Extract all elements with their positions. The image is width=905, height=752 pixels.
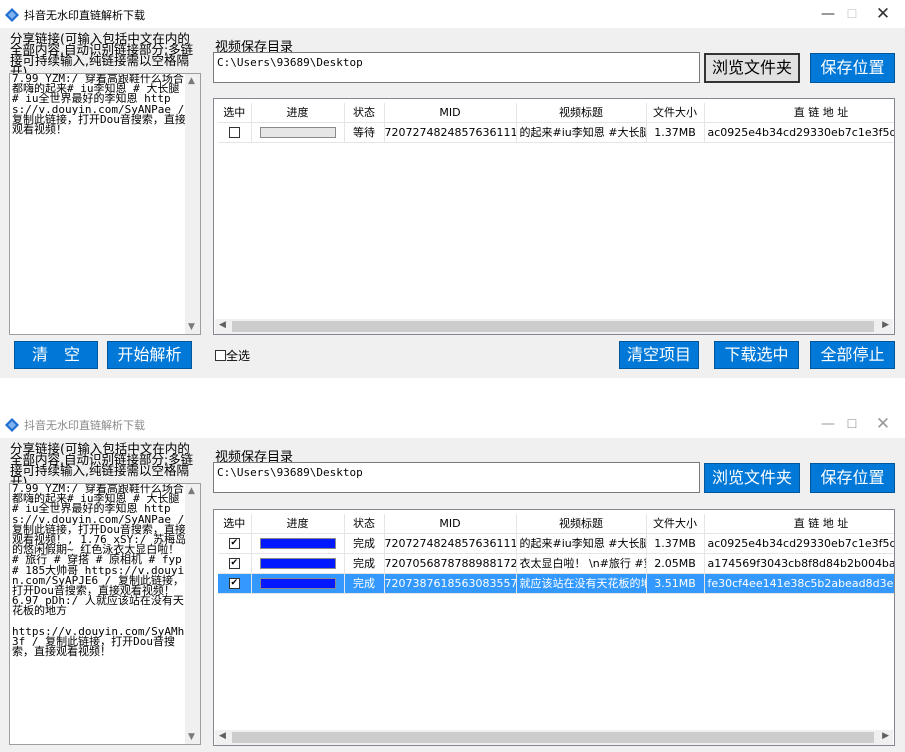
row-mid: 7207056878788988172	[384, 553, 517, 574]
col-header-size[interactable]: 文件大小	[646, 103, 705, 123]
scroll-up-icon[interactable]: ▲	[188, 76, 195, 86]
app-window-1: 抖音无水印直链解析下载 — ☐ ✕ 分享链接(可输入包括中文在内的全部内容,自动…	[0, 0, 905, 378]
row-size: 1.37MB	[646, 533, 705, 554]
scroll-right-icon[interactable]: ▶	[882, 731, 889, 741]
row-status: 完成	[344, 553, 385, 574]
progress-bar	[259, 127, 336, 138]
share-link-label: 分享链接(可输入包括中文在内的全部内容,自动识别链接部分;多链接可持续输入,纯链…	[10, 441, 194, 489]
row-url: a174569f3043cb8f8d84b2b004ba3a8	[704, 553, 894, 574]
col-header-mid[interactable]: MID	[384, 103, 517, 123]
col-header-progress[interactable]: 进度	[251, 514, 345, 534]
title-bar: 抖音无水印直链解析下载 — ☐ ✕	[0, 410, 905, 438]
row-mid: 7207274824857636111	[384, 122, 517, 143]
clear-items-button[interactable]: 清空项目	[619, 341, 699, 369]
window-title: 抖音无水印直链解析下载	[24, 9, 145, 22]
select-all-checkbox[interactable]: 全选	[215, 347, 250, 364]
scroll-right-icon[interactable]: ▶	[882, 320, 889, 330]
video-list-table: 选中 进度 状态 MID 视频标题 文件大小 直 链 地 址 等待 720727…	[213, 98, 895, 335]
col-header-title[interactable]: 视频标题	[516, 514, 647, 534]
table-row-selected[interactable]: ✔ 完成 7207387618563083557 就应该站在没有天花板的地 3.…	[218, 573, 894, 594]
row-size: 1.37MB	[646, 122, 705, 143]
row-size: 3.51MB	[646, 573, 705, 594]
row-url: ac0925e4b34cd29330eb7c1e3f5d0c8	[704, 122, 894, 143]
col-header-mid[interactable]: MID	[384, 514, 517, 534]
row-status: 完成	[344, 533, 385, 554]
share-link-label: 分享链接(可输入包括中文在内的全部内容,自动识别链接部分;多链接可持续输入,纯链…	[10, 31, 194, 79]
scroll-left-icon[interactable]: ◀	[219, 320, 226, 330]
scroll-down-icon[interactable]: ▼	[188, 322, 195, 332]
scroll-left-icon[interactable]: ◀	[219, 731, 226, 741]
row-title: 的起来#iu李知恩 #大长腿	[516, 533, 647, 554]
window-title: 抖音无水印直链解析下载	[24, 419, 145, 432]
select-all-label: 全选	[226, 349, 251, 363]
col-header-url[interactable]: 直 链 地 址	[704, 103, 894, 123]
row-title: 衣太显白啦！ \n#旅行 #穿	[516, 553, 647, 574]
row-checkbox[interactable]: ✔	[228, 578, 240, 589]
row-status: 完成	[344, 573, 385, 594]
save-dir-input[interactable]: C:\Users\93689\Desktop	[213, 462, 700, 493]
table-row[interactable]: 等待 7207274824857636111 的起来#iu李知恩 #大长腿 1.…	[218, 122, 894, 143]
app-window-2: 抖音无水印直链解析下载 — ☐ ✕ 分享链接(可输入包括中文在内的全部内容,自动…	[0, 410, 905, 752]
app-diamond-icon	[5, 418, 19, 432]
col-header-status[interactable]: 状态	[344, 514, 385, 534]
stop-all-button[interactable]: 全部停止	[810, 341, 895, 369]
minimize-button[interactable]: —	[818, 4, 838, 24]
progress-bar	[259, 578, 336, 589]
browse-folder-button[interactable]: 浏览文件夹	[704, 53, 800, 83]
row-size: 2.05MB	[646, 553, 705, 574]
app-diamond-icon	[5, 8, 19, 22]
clear-button[interactable]: 清 空	[14, 341, 98, 369]
row-mid: 7207274824857636111	[384, 533, 517, 554]
video-list-table: 选中 进度 状态 MID 视频标题 文件大小 直 链 地 址 ✔ 完成 7207…	[213, 509, 895, 746]
col-header-size[interactable]: 文件大小	[646, 514, 705, 534]
scroll-up-icon[interactable]: ▲	[188, 486, 195, 496]
progress-bar	[259, 538, 336, 549]
table-header: 选中 进度 状态 MID 视频标题 文件大小 直 链 地 址	[218, 103, 894, 123]
table-row[interactable]: ✔ 完成 7207274824857636111 的起来#iu李知恩 #大长腿 …	[218, 533, 894, 554]
minimize-button[interactable]: —	[818, 414, 838, 434]
table-horizontal-scrollbar[interactable]: ◀ ▶	[215, 319, 893, 334]
close-button[interactable]: ✕	[873, 414, 893, 434]
table-horizontal-scrollbar[interactable]: ◀ ▶	[215, 730, 893, 745]
progress-bar	[259, 558, 336, 569]
row-title: 就应该站在没有天花板的地	[516, 573, 647, 594]
row-url: fe30cf4ee141e38c5b2abead8d3eda8	[704, 573, 894, 594]
row-title: 的起来#iu李知恩 #大长腿	[516, 122, 647, 143]
save-location-button[interactable]: 保存位置	[810, 53, 895, 83]
save-location-button[interactable]: 保存位置	[810, 463, 895, 493]
col-header-select[interactable]: 选中	[218, 514, 252, 534]
share-link-text: 7.99 YZM:/ 穿着高跟鞋什么场合都嗨的起来# iu李知恩 # 大长腿 #…	[12, 73, 186, 137]
row-status: 等待	[344, 122, 385, 143]
download-selected-button[interactable]: 下载选中	[714, 341, 799, 369]
col-header-status[interactable]: 状态	[344, 103, 385, 123]
table-header: 选中 进度 状态 MID 视频标题 文件大小 直 链 地 址	[218, 514, 894, 534]
share-vertical-scrollbar[interactable]: ▲ ▼	[185, 74, 200, 334]
maximize-button[interactable]: ☐	[842, 414, 862, 434]
share-link-text: 7.99 YZM:/ 穿着高跟鞋什么场合都嗨的起来# iu李知恩 # 大长腿 #…	[12, 483, 187, 659]
share-link-textarea[interactable]: 7.99 YZM:/ 穿着高跟鞋什么场合都嗨的起来# iu李知恩 # 大长腿 #…	[9, 483, 201, 745]
col-header-title[interactable]: 视频标题	[516, 103, 647, 123]
scrollbar-thumb[interactable]	[232, 732, 874, 743]
maximize-button[interactable]: ☐	[842, 4, 862, 24]
row-checkbox[interactable]	[228, 127, 240, 138]
share-vertical-scrollbar[interactable]: ▲ ▼	[185, 484, 200, 744]
scroll-down-icon[interactable]: ▼	[188, 732, 195, 742]
browse-folder-button[interactable]: 浏览文件夹	[704, 463, 800, 493]
checkbox-box[interactable]	[215, 350, 226, 361]
col-header-url[interactable]: 直 链 地 址	[704, 514, 894, 534]
col-header-progress[interactable]: 进度	[251, 103, 345, 123]
row-mid: 7207387618563083557	[384, 573, 517, 594]
scrollbar-thumb[interactable]	[232, 321, 874, 332]
close-button[interactable]: ✕	[873, 4, 893, 24]
parse-button[interactable]: 开始解析	[107, 341, 192, 369]
row-checkbox[interactable]: ✔	[228, 558, 240, 569]
row-url: ac0925e4b34cd29330eb7c1e3f5d0c8	[704, 533, 894, 554]
share-link-textarea[interactable]: 7.99 YZM:/ 穿着高跟鞋什么场合都嗨的起来# iu李知恩 # 大长腿 #…	[9, 73, 201, 335]
row-checkbox[interactable]: ✔	[228, 538, 240, 549]
col-header-select[interactable]: 选中	[218, 103, 252, 123]
table-row[interactable]: ✔ 完成 7207056878788988172 衣太显白啦！ \n#旅行 #穿…	[218, 553, 894, 574]
title-bar: 抖音无水印直链解析下载 — ☐ ✕	[0, 0, 905, 28]
save-dir-input[interactable]: C:\Users\93689\Desktop	[213, 52, 700, 83]
